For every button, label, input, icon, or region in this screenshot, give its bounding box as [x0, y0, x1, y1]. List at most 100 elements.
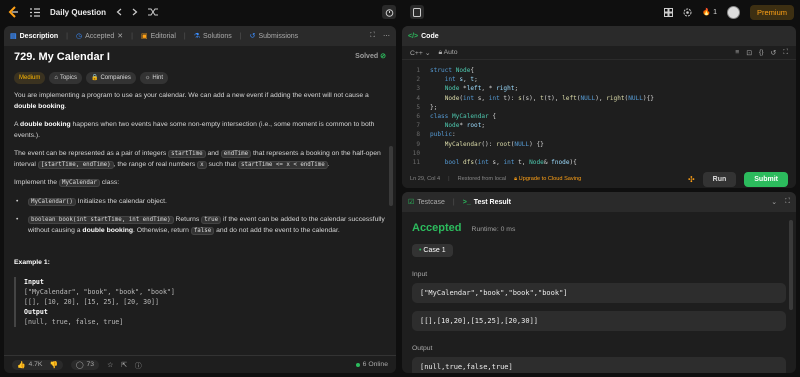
run-button[interactable]: Run — [702, 171, 737, 187]
line-number: 9 — [416, 140, 420, 148]
line-number: 6 — [416, 113, 420, 121]
tag-icon: ⌂ — [54, 74, 58, 81]
tab-submissions[interactable]: ↺ Submissions — [249, 32, 299, 41]
comments-button[interactable]: ◯ 73 — [70, 359, 100, 370]
upgrade-link[interactable]: 🔒︎ Upgrade to Cloud Saving — [514, 176, 581, 183]
paragraph-implement: Implement the MyCalendar class: — [14, 179, 120, 187]
flask-icon: ⚗ — [193, 33, 200, 40]
tab-accepted[interactable]: ◷ Accepted ✕ — [76, 32, 123, 41]
topics-chip[interactable]: ⌂ Topics — [49, 71, 82, 84]
document-icon: ▤ — [10, 33, 17, 40]
reset-icon[interactable]: ↺ — [771, 49, 777, 57]
language-select[interactable]: C++ ⌄ — [410, 49, 430, 57]
format-icon[interactable]: ≡ — [735, 49, 739, 57]
history-icon: ↺ — [249, 33, 256, 40]
code-tabs: </> Code — [402, 26, 796, 46]
description-footer: 👍 4.7K 👎 ◯ 73 ☆ ⇱ ⓘ 6 Online — [4, 355, 396, 373]
example-box: Input ["MyCalendar", "book", "book", "bo… — [14, 276, 386, 327]
submit-button[interactable]: Submit — [744, 171, 788, 187]
braces-icon[interactable]: {} — [759, 49, 764, 57]
editor-status-bar: Ln 29, Col 4 | Restored from local 🔒︎ Up… — [402, 170, 796, 188]
problem-title[interactable]: 729. My Calendar I — [14, 52, 110, 63]
list-item: boolean book(int startTime, int endTime)… — [16, 215, 386, 236]
output-value[interactable]: [null,true,false,true] — [412, 357, 786, 373]
bookmark-icon[interactable]: ⊡ — [746, 49, 752, 57]
settings-gear-icon[interactable] — [683, 8, 692, 17]
help-icon[interactable]: ⓘ — [135, 360, 142, 370]
streak-counter[interactable]: 🔥 1 — [702, 8, 717, 17]
like-button[interactable]: 👍 4.7K 👎 — [12, 359, 63, 370]
checkbox-icon: ☑ — [408, 199, 415, 206]
share-icon[interactable]: ⇱ — [121, 361, 127, 369]
tab-description[interactable]: ▤ Description — [10, 32, 58, 41]
star-icon[interactable]: ☆ — [107, 361, 113, 369]
check-circle-icon: ⊘ — [380, 53, 386, 60]
tab-divider: | — [131, 32, 133, 40]
method-list: MyCalendar() Initializes the calendar ob… — [16, 197, 386, 237]
lock-icon: 🔒︎ — [514, 175, 518, 182]
online-dot — [355, 362, 360, 367]
tab-solutions[interactable]: ⚗ Solutions — [193, 32, 232, 41]
tab-editorial[interactable]: ▣ Editorial — [141, 32, 176, 41]
result-scrollbar[interactable] — [789, 220, 793, 310]
dot-icon: • — [419, 247, 422, 254]
lock-icon: 🔒︎ — [438, 48, 443, 56]
code-lines[interactable]: struct Node{ int s, t; Node *left, * rig… — [430, 66, 654, 167]
fullscreen-icon[interactable]: ⛶ — [783, 49, 788, 57]
notes-icon[interactable] — [410, 5, 424, 19]
thumbs-down-icon[interactable]: 👎 — [49, 361, 57, 369]
problem-description: 729. My Calendar I Solved ⊘ Medium ⌂ Topic… — [4, 46, 396, 333]
terminal-icon: >_ — [462, 198, 471, 206]
result-tabs: ☑ Testcase | >_ Test Result ⌄ ⛶ — [402, 192, 796, 212]
fullscreen-icon[interactable]: ⛶ — [785, 198, 790, 206]
input-value[interactable]: [[],[10,20],[15,25],[20,30]] — [412, 311, 786, 331]
tab-testcase[interactable]: ☑ Testcase — [408, 198, 445, 207]
layout-icon[interactable] — [664, 7, 674, 17]
auto-mode[interactable]: 🔒︎ Auto — [438, 49, 457, 57]
chevron-down-icon: ⌄ — [424, 49, 431, 57]
line-number: 10 — [412, 149, 420, 157]
case-1-tab[interactable]: • Case 1 — [412, 244, 453, 257]
description-scrollbar[interactable] — [389, 146, 393, 206]
runtime: Runtime: 0 ms — [471, 226, 516, 233]
line-number: 11 — [412, 159, 420, 167]
editor-toolbar: C++ ⌄ 🔒︎ Auto ≡ ⊡ {} ↺ ⛶ — [402, 46, 796, 60]
tab-test-result[interactable]: >_ Test Result — [463, 199, 511, 206]
difficulty-badge: Medium — [14, 71, 46, 84]
tab-divider: | — [66, 32, 68, 40]
companies-chip[interactable]: 🔒 Companies — [85, 71, 136, 84]
daily-question-title[interactable]: Daily Question — [50, 8, 106, 17]
premium-button[interactable]: Premium — [749, 4, 794, 20]
timer-icon[interactable] — [382, 5, 396, 19]
tab-code[interactable]: </> Code — [408, 33, 439, 40]
leetcode-logo[interactable] — [6, 5, 20, 19]
shuffle-icon[interactable] — [148, 8, 159, 16]
input-value[interactable]: ["MyCalendar","book","book","book"] — [412, 283, 786, 303]
close-icon[interactable]: ✕ — [117, 32, 123, 40]
line-number: 7 — [416, 122, 420, 130]
avatar[interactable] — [726, 5, 740, 19]
code-editor[interactable]: 1 2 3 4 5 6 7 8 9 10 11 struct Node{ int s, t; Nod… — [402, 60, 796, 167]
chevron-right-icon[interactable] — [132, 8, 138, 16]
paragraph-double-booking: A double booking happens when two events… — [14, 121, 375, 139]
debug-icon[interactable]: ✣ — [688, 175, 695, 184]
hint-chip[interactable]: ☼ Hint — [139, 71, 168, 84]
problem-list-icon[interactable] — [30, 7, 40, 17]
paragraph-interval: The event can be represented as a pair o… — [14, 150, 381, 169]
chevron-left-icon[interactable] — [116, 8, 122, 16]
line-number: 3 — [416, 85, 420, 93]
output-label: Output — [412, 345, 433, 352]
collapse-icon[interactable]: ⌄ — [771, 198, 777, 206]
list-item: MyCalendar() Initializes the calendar ob… — [16, 197, 386, 208]
line-number: 5 — [416, 103, 420, 111]
line-number: 8 — [416, 131, 420, 139]
test-result: Accepted Runtime: 0 ms • Case 1 Input ["M… — [402, 212, 796, 373]
more-icon[interactable]: ⋯ — [383, 32, 390, 40]
line-number: 4 — [416, 94, 420, 102]
line-number: 2 — [416, 76, 420, 84]
description-tabs: ▤ Description | ◷ Accepted ✕ | ▣ Editorial |… — [4, 26, 396, 46]
code-icon: </> — [408, 32, 419, 40]
line-number: 1 — [416, 67, 420, 74]
maximize-icon[interactable]: ⛶ — [370, 32, 375, 40]
paragraph-intro: You are implementing a program to use as… — [14, 92, 369, 110]
